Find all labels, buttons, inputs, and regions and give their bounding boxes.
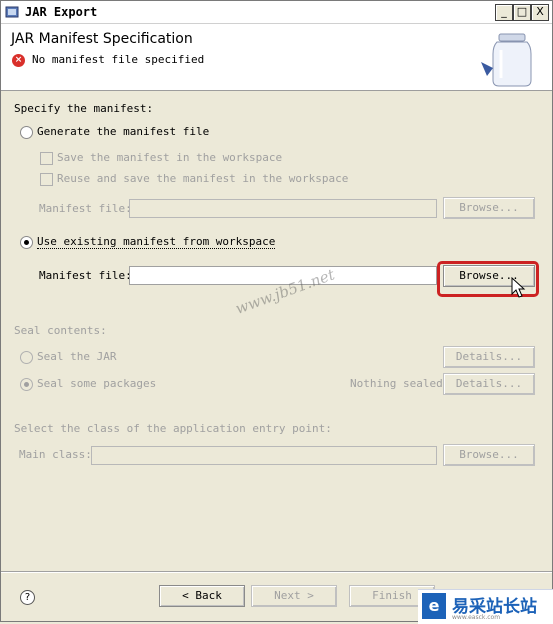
main-class-field[interactable] (91, 446, 437, 465)
minimize-button[interactable]: _ (495, 4, 513, 21)
close-button[interactable]: X (531, 4, 549, 21)
wizard-header: JAR Manifest Specification × No manifest… (1, 24, 552, 91)
seal-jar-radio[interactable] (20, 351, 33, 364)
main-class-browse-button[interactable]: Browse... (443, 444, 535, 466)
help-icon[interactable]: ? (20, 590, 35, 605)
site-logo: e 易采站长站 www.easck.com (418, 589, 553, 624)
generate-manifest-radio[interactable] (20, 126, 33, 139)
error-icon: × (12, 54, 25, 67)
window-title: JAR Export (25, 5, 98, 19)
jar-app-icon (5, 6, 19, 18)
manifest-section-label: Specify the manifest: (14, 102, 154, 115)
reuse-manifest-checkbox[interactable] (40, 173, 53, 186)
maximize-button[interactable]: □ (513, 4, 531, 21)
logo-mark: e (422, 593, 446, 619)
jar-icon (481, 33, 532, 87)
seal-packages-details-button[interactable]: Details... (443, 373, 535, 395)
existing-manifest-label[interactable]: Use existing manifest from workspace (37, 235, 276, 249)
generate-manifest-label[interactable]: Generate the manifest file (37, 125, 209, 138)
seal-jar-details-button[interactable]: Details... (443, 346, 535, 368)
save-manifest-checkbox[interactable] (40, 152, 53, 165)
page-title: JAR Manifest Specification (11, 31, 193, 47)
reuse-manifest-label: Reuse and save the manifest in the works… (57, 172, 349, 185)
generate-browse-button[interactable]: Browse... (443, 197, 535, 219)
main-class-label: Main class: (19, 448, 92, 461)
footer-separator (1, 571, 552, 572)
seal-packages-label: Seal some packages (37, 377, 157, 390)
seal-section-label: Seal contents: (14, 324, 107, 337)
existing-manifest-file-label: Manifest file: (39, 269, 132, 282)
seal-packages-radio[interactable] (20, 378, 33, 391)
existing-manifest-radio[interactable] (20, 236, 33, 249)
seal-jar-label: Seal the JAR (37, 350, 117, 363)
title-bar[interactable]: JAR Export _ □ X (1, 1, 552, 24)
generate-manifest-file-label: Manifest file: (39, 202, 132, 215)
mouse-cursor-icon (511, 277, 526, 298)
entry-point-section-label: Select the class of the application entr… (14, 422, 332, 435)
seal-status-text: Nothing sealed (350, 377, 443, 390)
save-manifest-label: Save the manifest in the workspace (57, 151, 283, 164)
next-button[interactable]: Next > (251, 585, 337, 607)
error-message: No manifest file specified (32, 53, 205, 66)
jar-export-window: JAR Export _ □ X JAR Manifest Specificat… (0, 0, 553, 624)
logo-url: www.easck.com (452, 614, 501, 621)
generate-manifest-file-field[interactable] (129, 199, 437, 218)
back-button[interactable]: < Back (159, 585, 245, 607)
